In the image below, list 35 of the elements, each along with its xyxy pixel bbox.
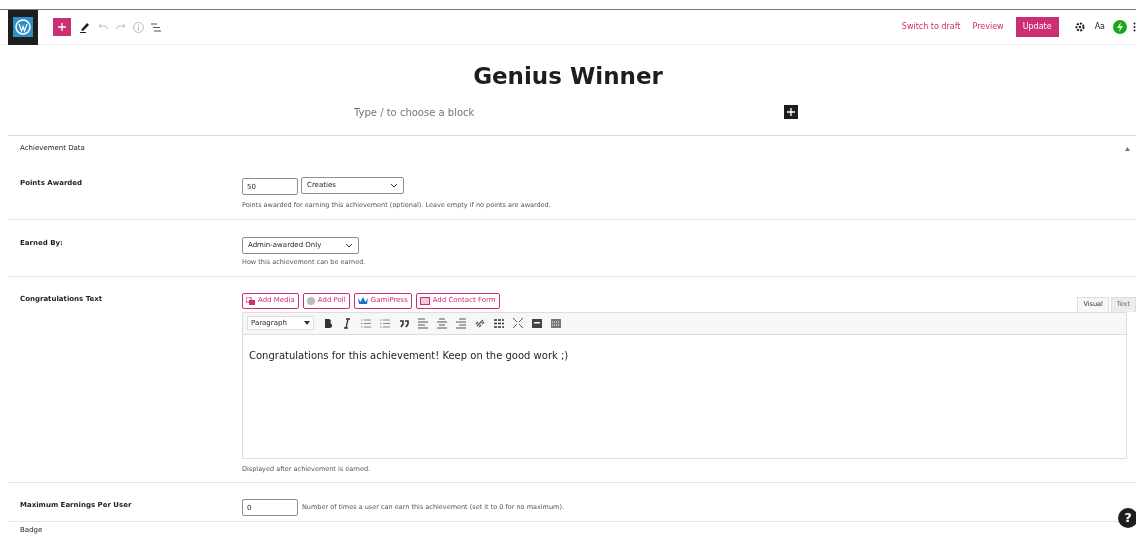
form-icon (419, 296, 430, 305)
bulleted-list-icon[interactable] (361, 317, 371, 329)
toolbar-link[interactable]: Switch to draft (901, 21, 961, 33)
more-options-icon[interactable] (1133, 22, 1136, 32)
toolbar-toggle-icon[interactable] (532, 317, 542, 329)
quote-icon[interactable] (399, 317, 409, 329)
insert-block-button[interactable] (784, 105, 798, 119)
chevron-icon (390, 183, 398, 188)
bold-icon[interactable] (323, 317, 333, 329)
block-placeholder[interactable]: Type / to choose a block (354, 104, 774, 120)
italic-icon[interactable] (342, 317, 352, 329)
caret-icon (304, 321, 310, 325)
editor-text[interactable]: Congratulations for this achievement! Keep on the good work ;) (249, 347, 1120, 363)
chevron-icon (345, 242, 353, 248)
list-view-icon[interactable] (151, 22, 161, 32)
link-icon[interactable] (475, 317, 485, 329)
toolbar-link[interactable]: Preview (972, 21, 1004, 33)
numbered-list-icon[interactable] (380, 317, 390, 329)
help-button[interactable]: ? (1118, 508, 1136, 528)
settings-icon[interactable] (1074, 22, 1085, 32)
plus-icon (787, 108, 795, 116)
add-block-button[interactable] (53, 18, 71, 36)
lightning-icon[interactable] (1113, 20, 1127, 34)
fullscreen-icon[interactable] (513, 317, 523, 329)
pencil-icon[interactable] (80, 21, 90, 33)
keyboard-icon[interactable] (551, 317, 561, 329)
poll-icon (306, 296, 315, 305)
post-title[interactable]: Genius Winner (473, 61, 663, 91)
wordpress-logo-icon[interactable] (8, 9, 38, 45)
plus-icon (58, 23, 66, 31)
crown-icon (357, 297, 368, 304)
collapse-arrow-icon[interactable] (1125, 146, 1130, 151)
update-button[interactable]: Update (1015, 17, 1059, 37)
typography-button[interactable]: Aa (1094, 21, 1105, 33)
media-icon (246, 296, 255, 305)
